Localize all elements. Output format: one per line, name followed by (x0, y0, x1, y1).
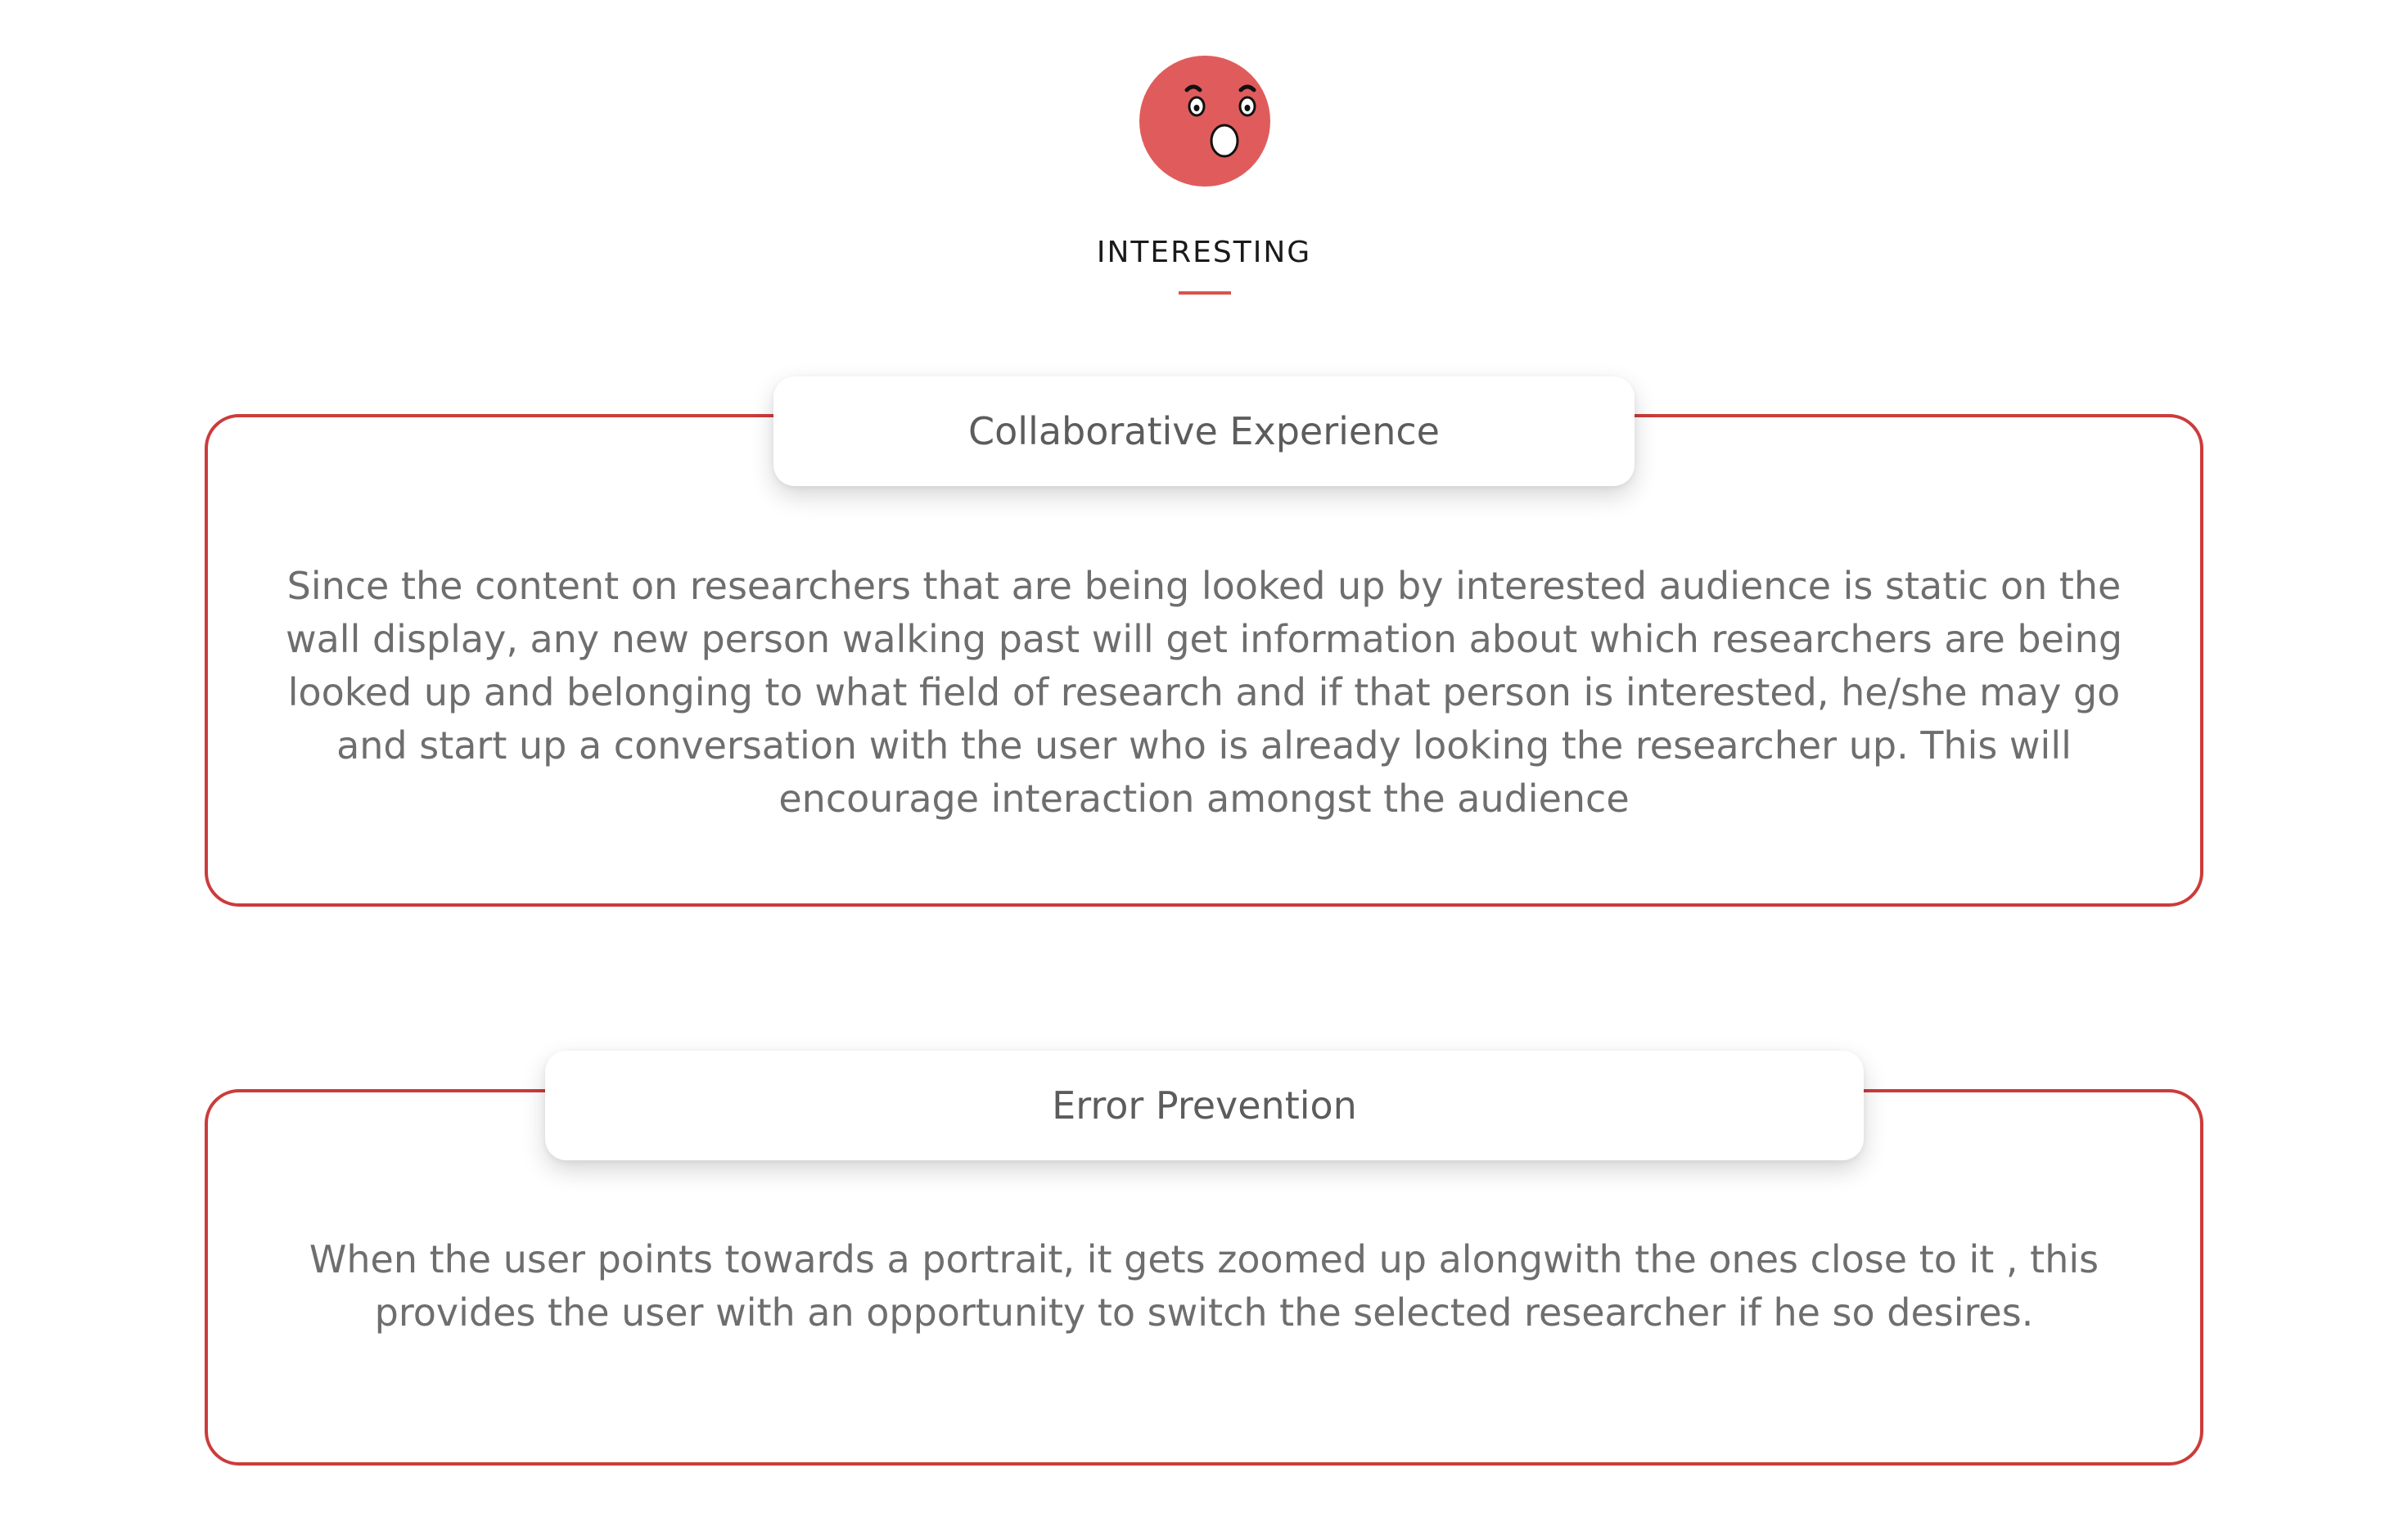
card-title-tab: Collaborative Experience (773, 376, 1635, 486)
surprised-face-icon (1139, 56, 1270, 187)
section-title: INTERESTING (1096, 236, 1312, 269)
card-title-tab: Error Prevention (545, 1051, 1864, 1160)
title-underline (1179, 291, 1231, 295)
card-body-text: When the user points towards a portrait,… (309, 1237, 2099, 1335)
card-body-text: Since the content on researchers that ar… (285, 564, 2123, 821)
